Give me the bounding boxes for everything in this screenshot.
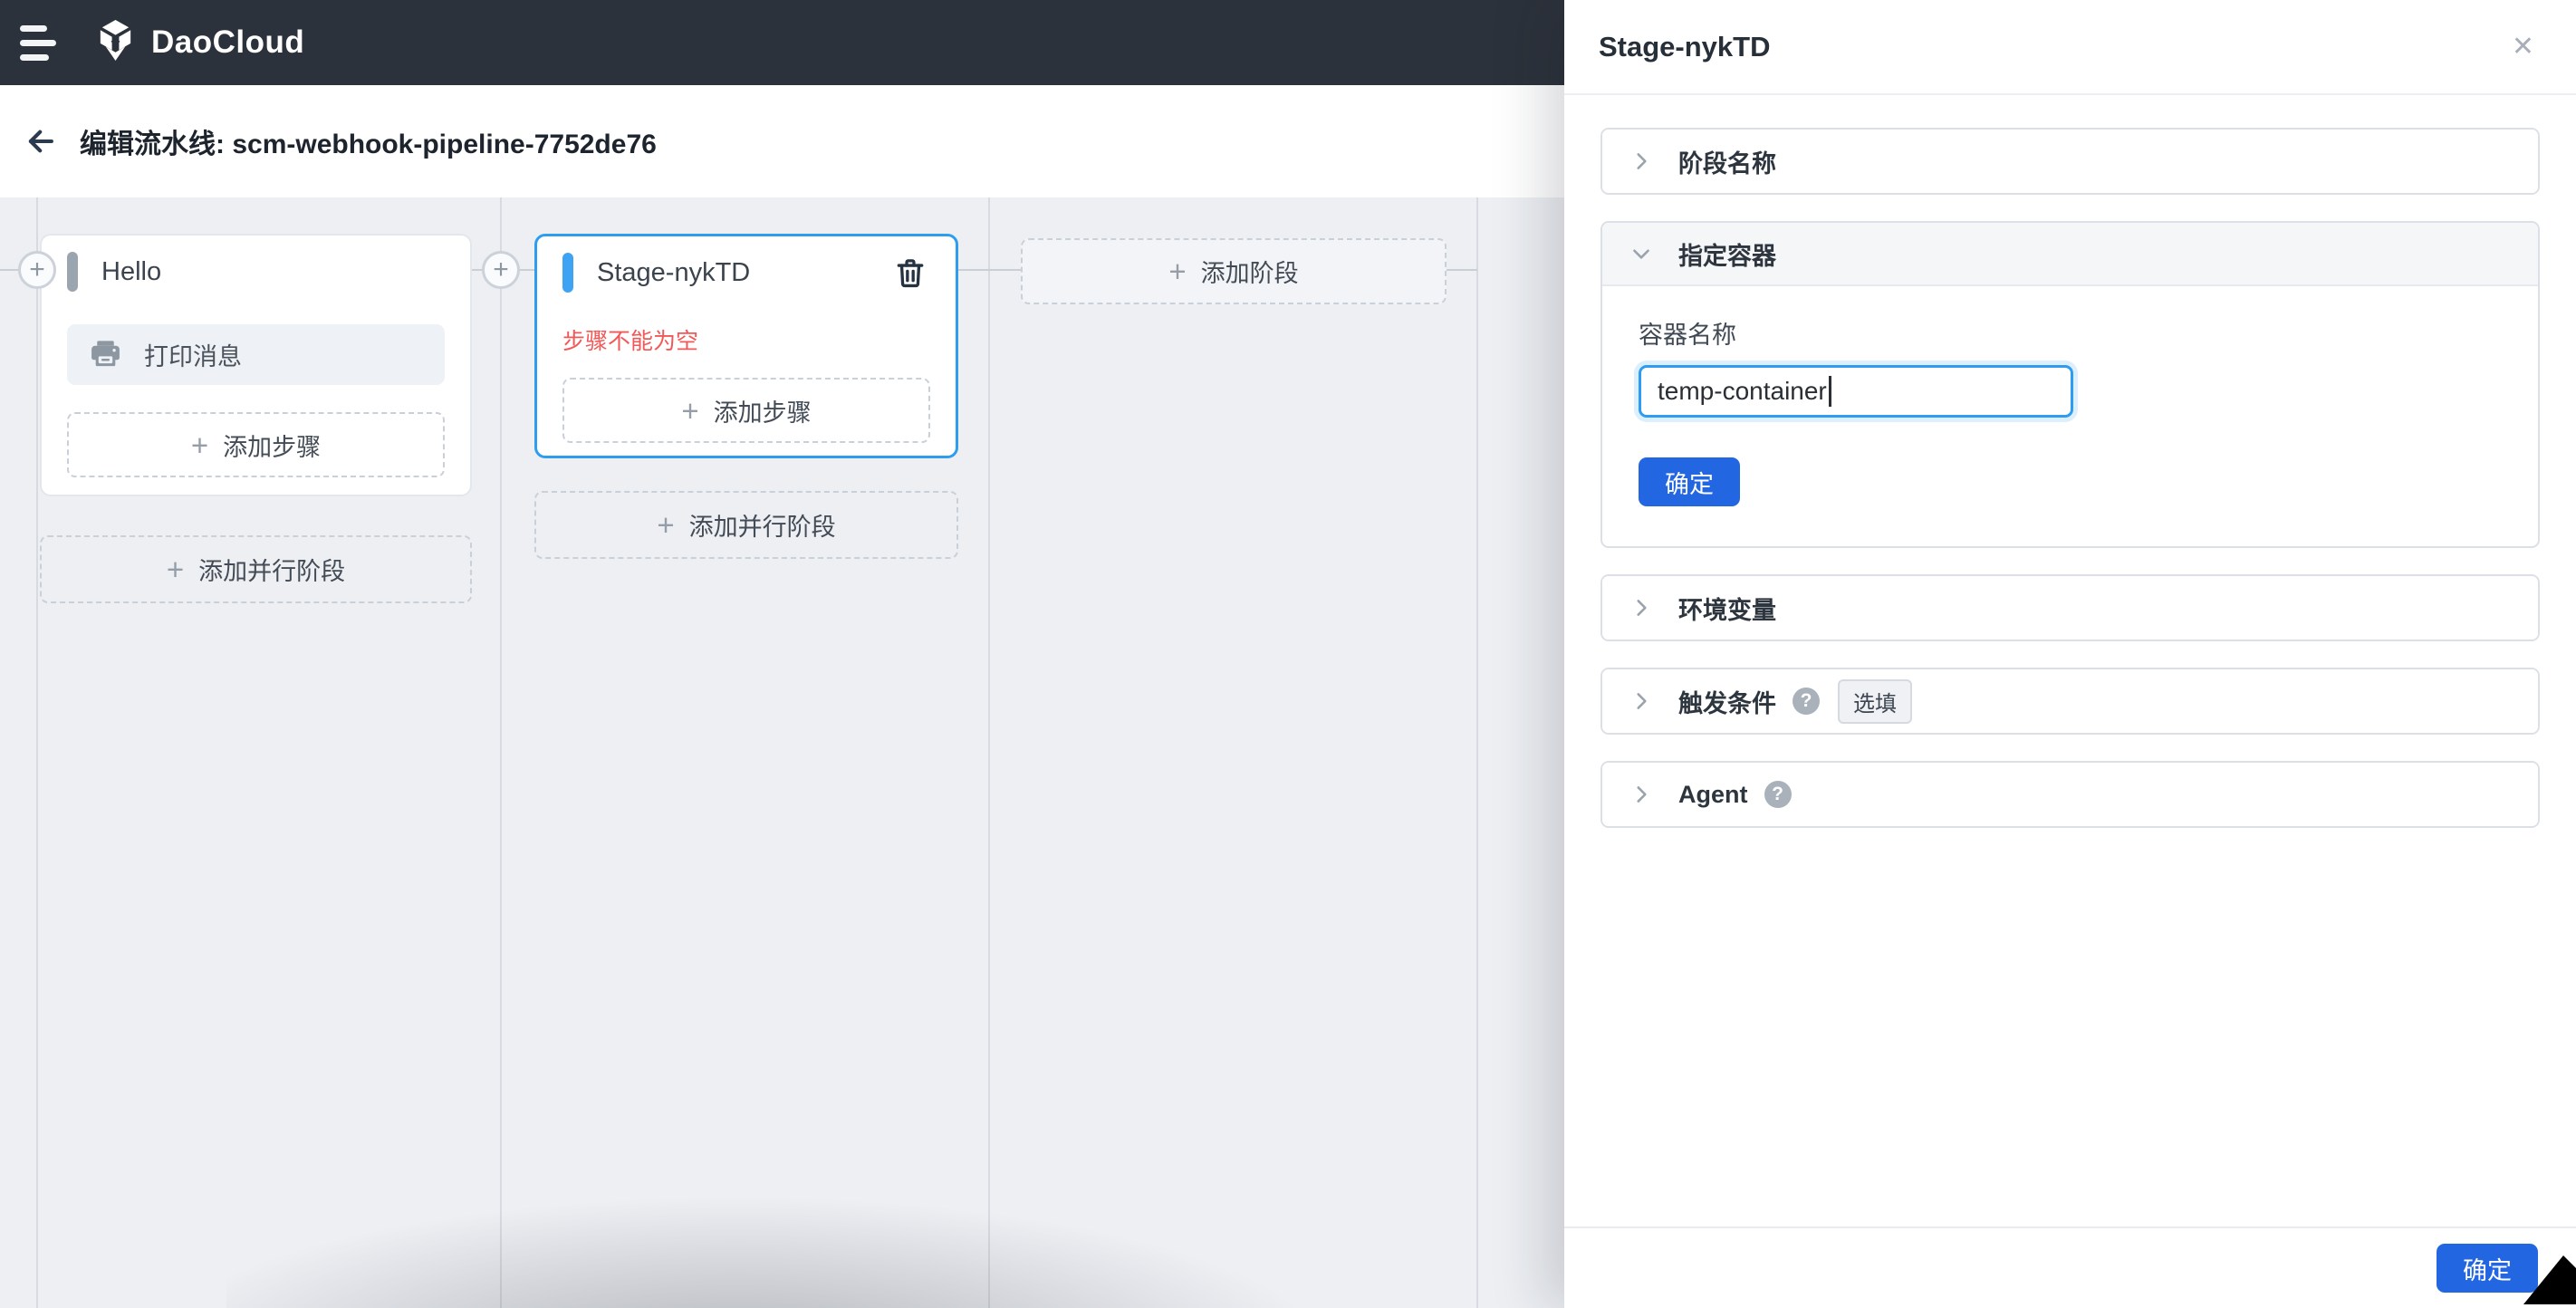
- section-trigger-condition: 触发条件 ? 选填: [1600, 668, 2540, 735]
- stage-connector-line: [958, 269, 1022, 271]
- column-separator: [988, 197, 990, 1308]
- section-container: 指定容器 容器名称 temp-container 确定: [1600, 221, 2540, 548]
- drawer-footer: 确定: [1564, 1226, 2576, 1308]
- section-agent-header[interactable]: Agent ?: [1602, 763, 2538, 826]
- plus-icon: +: [1168, 255, 1187, 288]
- optional-badge: 选填: [1838, 678, 1912, 724]
- column-separator: [36, 197, 38, 1308]
- section-label: 指定容器: [1678, 242, 1776, 270]
- add-parallel-stage-button[interactable]: + 添加并行阶段: [40, 535, 472, 603]
- section-stage-name: 阶段名称: [1600, 128, 2540, 195]
- arrow-left-icon: [28, 130, 53, 153]
- container-name-value: temp-container: [1658, 377, 1827, 405]
- container-confirm-button[interactable]: 确定: [1639, 457, 1740, 506]
- daocloud-logo-icon: [94, 19, 137, 66]
- trash-icon: [897, 259, 924, 288]
- chevron-right-icon: [1629, 596, 1653, 620]
- canvas-bottom-shadow: [226, 1190, 1359, 1308]
- add-stage-label: 添加阶段: [1200, 260, 1299, 287]
- section-stage-name-header[interactable]: 阶段名称: [1602, 130, 2538, 193]
- section-env-vars: 环境变量: [1600, 574, 2540, 641]
- stage-name: Stage-nykTD: [597, 257, 751, 287]
- text-caret: [1828, 376, 1831, 407]
- delete-stage-button[interactable]: [890, 253, 930, 293]
- stage-name: Hello: [101, 256, 162, 286]
- section-container-header[interactable]: 指定容器: [1602, 223, 2538, 286]
- section-trigger-condition-header[interactable]: 触发条件 ? 选填: [1602, 669, 2538, 733]
- drawer-body: 阶段名称 指定容器 容器名称 temp-container 确定 环境变量 触发…: [1564, 95, 2576, 828]
- stage-header: Stage-nykTD: [562, 236, 930, 309]
- stage-connector-line: [1447, 269, 1477, 271]
- plus-icon: +: [657, 508, 675, 542]
- brand: DaoCloud: [94, 19, 304, 66]
- stage-header: Hello: [67, 236, 445, 308]
- add-step-button[interactable]: + 添加步骤: [562, 378, 930, 443]
- section-label: 环境变量: [1678, 596, 1776, 624]
- step-label: 打印消息: [144, 343, 242, 370]
- back-button[interactable]: [20, 120, 62, 162]
- step-item-print-message[interactable]: 打印消息: [67, 324, 445, 385]
- stage-error-message: 步骤不能为空: [562, 329, 699, 354]
- menu-icon[interactable]: [7, 13, 71, 73]
- chevron-right-icon: [1629, 149, 1653, 173]
- drawer-title: Stage-nykTD: [1599, 30, 1771, 63]
- printer-icon: [89, 336, 122, 374]
- container-form: 容器名称 temp-container 确定: [1602, 286, 2538, 546]
- container-name-input[interactable]: temp-container: [1639, 365, 2073, 418]
- add-step-button[interactable]: + 添加步骤: [67, 412, 445, 477]
- drawer-confirm-button[interactable]: 确定: [2437, 1244, 2538, 1293]
- column-separator: [1476, 197, 1478, 1308]
- add-parallel-stage-label: 添加并行阶段: [198, 558, 346, 585]
- chevron-down-icon: [1629, 242, 1653, 265]
- chevron-right-icon: [1629, 689, 1653, 713]
- add-step-label: 添加步骤: [713, 399, 812, 427]
- container-name-label: 容器名称: [1639, 322, 1736, 349]
- plus-icon: +: [166, 553, 185, 586]
- plus-icon: +: [29, 255, 45, 284]
- column-separator: [500, 197, 502, 1308]
- stage-accent-bar: [67, 252, 78, 292]
- insert-stage-before-button[interactable]: +: [18, 251, 56, 289]
- section-env-vars-header[interactable]: 环境变量: [1602, 576, 2538, 640]
- help-icon[interactable]: ?: [1793, 688, 1820, 715]
- close-icon[interactable]: ✕: [2512, 33, 2534, 61]
- brand-name: DaoCloud: [151, 24, 305, 60]
- help-icon[interactable]: ?: [1764, 781, 1792, 808]
- drawer-header: Stage-nykTD ✕: [1564, 0, 2576, 95]
- section-label: 阶段名称: [1678, 149, 1776, 178]
- add-step-label: 添加步骤: [223, 433, 322, 461]
- stage-card-hello[interactable]: Hello 打印消息 + 添加步骤: [40, 234, 472, 496]
- add-stage-button[interactable]: + 添加阶段: [1021, 238, 1447, 304]
- section-label: 触发条件: [1678, 689, 1776, 717]
- section-label: Agent: [1678, 780, 1748, 808]
- add-parallel-stage-button[interactable]: + 添加并行阶段: [534, 491, 958, 559]
- stage-config-drawer: Stage-nykTD ✕ 阶段名称 指定容器 容器名称 temp-contai…: [1564, 0, 2576, 1308]
- page-title: 编辑流水线: scm-webhook-pipeline-7752de76: [80, 130, 657, 159]
- plus-icon: +: [190, 428, 209, 462]
- insert-stage-between-button[interactable]: +: [482, 251, 520, 289]
- plus-icon: +: [681, 393, 699, 428]
- stage-card-stage-nyktd[interactable]: Stage-nykTD 步骤不能为空 + 添加步骤: [534, 234, 958, 458]
- stage-accent-bar: [562, 253, 573, 293]
- section-agent: Agent ?: [1600, 761, 2540, 828]
- chevron-right-icon: [1629, 783, 1653, 806]
- add-parallel-stage-label: 添加并行阶段: [688, 514, 836, 541]
- plus-icon: +: [493, 255, 509, 284]
